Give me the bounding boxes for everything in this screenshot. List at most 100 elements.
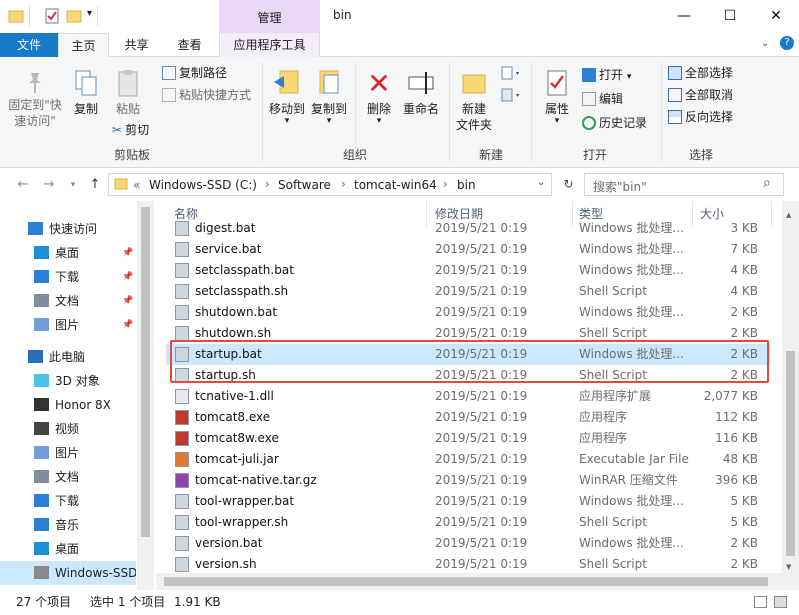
nav-item-pc-5[interactable]: 下载 xyxy=(0,489,136,513)
recent-locations-icon[interactable]: ▾ xyxy=(64,176,82,194)
scroll-up-icon[interactable]: ▲ xyxy=(786,211,791,219)
nav-item-pc-0[interactable]: 3D 对象 xyxy=(0,369,136,393)
file-name: tool-wrapper.sh xyxy=(195,515,289,529)
horizontal-scrollbar[interactable] xyxy=(156,573,782,590)
help-icon[interactable]: ? xyxy=(780,36,794,50)
details-view-icon[interactable] xyxy=(754,596,767,608)
address-dropdown-icon[interactable]: ⌄ xyxy=(537,177,545,188)
tab-view[interactable]: 查看 xyxy=(164,33,215,57)
invert-selection-button[interactable]: 反向选择 xyxy=(668,107,733,127)
file-row[interactable]: setclasspath.bat 2019/5/21 0:19 Windows 批处… xyxy=(166,260,770,281)
file-row[interactable]: tomcat8.exe 2019/5/21 0:19 应用程序 112 KB xyxy=(166,407,770,428)
nav-item-quick-1[interactable]: 下载 📌 xyxy=(0,265,136,289)
search-icon[interactable]: ⌕ xyxy=(763,175,771,191)
address-bar[interactable]: « Windows-SSD (C:) › Software › tomcat-w… xyxy=(108,173,552,196)
easy-access-icon[interactable] xyxy=(500,87,522,108)
scroll-down-icon[interactable]: ▼ xyxy=(786,563,791,571)
minimize-button[interactable]: — xyxy=(661,0,707,33)
nav-item-label: 图片 xyxy=(55,446,80,460)
paste-button[interactable]: 粘贴 xyxy=(108,69,148,117)
file-row[interactable]: tomcat8w.exe 2019/5/21 0:19 应用程序 116 KB xyxy=(166,428,770,449)
script-icon xyxy=(175,494,189,509)
customize-quick-access-icon[interactable]: ▾ xyxy=(87,8,92,19)
file-type: Windows 批处理... xyxy=(579,536,684,550)
file-scroll-thumb[interactable] xyxy=(786,351,795,556)
breadcrumb-item[interactable]: tomcat-win64 xyxy=(354,178,437,192)
file-row[interactable]: digest.bat 2019/5/21 0:19 Windows 批处理... 3 … xyxy=(166,218,770,239)
edit-button[interactable]: 编辑 xyxy=(582,89,623,109)
nav-item-quick-3[interactable]: 图片 📌 xyxy=(0,313,136,337)
forward-arrow-icon[interactable]: → xyxy=(40,176,58,194)
download-icon xyxy=(34,270,49,283)
file-size: 5 KB xyxy=(730,515,758,529)
copy-button[interactable]: 复制 xyxy=(67,69,105,117)
nav-item-pc-3[interactable]: 图片 xyxy=(0,441,136,465)
nav-item-quick-0[interactable]: 桌面 📌 xyxy=(0,241,136,265)
file-list-scrollbar[interactable]: ▲ ▼ xyxy=(782,201,799,590)
nav-item-pc-2[interactable]: 视频 xyxy=(0,417,136,441)
file-row[interactable]: setclasspath.sh 2019/5/21 0:19 Shell Scrip… xyxy=(166,281,770,302)
nav-item-pc-4[interactable]: 文档 xyxy=(0,465,136,489)
breadcrumb-item[interactable]: bin xyxy=(457,178,476,192)
nav-item-pc-1[interactable]: Honor 8X xyxy=(0,393,136,417)
drive-icon xyxy=(34,566,49,579)
tab-app-tools[interactable]: 应用程序工具 xyxy=(219,33,320,57)
large-icons-view-icon[interactable] xyxy=(774,596,787,608)
breadcrumb-item[interactable]: Software xyxy=(278,178,331,192)
open-label: 打开 xyxy=(599,68,624,82)
properties-button[interactable]: 属性 ▾ xyxy=(537,67,577,126)
refresh-icon[interactable]: ↻ xyxy=(559,175,578,194)
nav-item-pc-6[interactable]: 音乐 xyxy=(0,513,136,537)
file-row[interactable]: tomcat-native.tar.gz 2019/5/21 0:19 WinRAR… xyxy=(166,470,770,491)
search-input[interactable]: 搜索"bin" ⌕ xyxy=(584,173,784,196)
file-row[interactable]: tomcat-juli.jar 2019/5/21 0:19 Executable … xyxy=(166,449,770,470)
paste-shortcut-button[interactable]: 粘贴快捷方式 xyxy=(162,85,251,105)
overflow-chevron[interactable]: « xyxy=(133,178,140,192)
file-row[interactable]: service.bat 2019/5/21 0:19 Windows 批处理... 7… xyxy=(166,239,770,260)
move-to-button[interactable]: 移动到 ▾ xyxy=(266,67,308,126)
file-row[interactable]: shutdown.bat 2019/5/21 0:19 Windows 批处理...… xyxy=(166,302,770,323)
nav-scroll-thumb[interactable] xyxy=(141,207,150,537)
properties-check-icon[interactable] xyxy=(44,8,60,24)
file-row[interactable]: tool-wrapper.bat 2019/5/21 0:19 Windows 批处… xyxy=(166,491,770,512)
file-date: 2019/5/21 0:19 xyxy=(435,452,528,466)
tab-share[interactable]: 共享 xyxy=(111,33,162,57)
delete-button[interactable]: ✕ 删除 ▾ xyxy=(362,67,396,126)
new-item-icon[interactable] xyxy=(500,65,522,86)
back-arrow-icon[interactable]: ← xyxy=(14,176,32,194)
nav-scrollbar[interactable] xyxy=(137,201,154,590)
file-row[interactable]: version.sh 2019/5/21 0:19 Shell Script 2 KB xyxy=(166,554,770,575)
cut-button[interactable]: ✂ 剪切 xyxy=(112,120,149,140)
file-row[interactable]: version.bat 2019/5/21 0:19 Windows 批处理... 2… xyxy=(166,533,770,554)
file-row[interactable]: tool-wrapper.sh 2019/5/21 0:19 Shell Scrip… xyxy=(166,512,770,533)
nav-item-quick-2[interactable]: 文档 📌 xyxy=(0,289,136,313)
nav-item-windows-ssd[interactable]: Windows-SSD xyxy=(0,561,136,585)
rename-button[interactable]: 重命名 xyxy=(399,67,443,117)
star-icon xyxy=(28,222,43,235)
tab-file[interactable]: 文件 xyxy=(0,33,58,57)
nav-item-pc-7[interactable]: 桌面 xyxy=(0,537,136,561)
breadcrumb-item[interactable]: Windows-SSD (C:) xyxy=(149,178,257,192)
select-all-button[interactable]: 全部选择 xyxy=(668,63,733,83)
file-date: 2019/5/21 0:19 xyxy=(435,242,528,256)
nav-item-this-pc[interactable]: 此电脑 xyxy=(0,345,136,369)
copy-path-button[interactable]: 复制路径 xyxy=(162,63,227,83)
file-type: Executable Jar File xyxy=(579,452,689,466)
history-button[interactable]: 历史记录 xyxy=(582,113,647,133)
maximize-button[interactable]: ☐ xyxy=(707,0,753,33)
pin-quick-access-button[interactable]: 固定到"快 速访问" xyxy=(4,69,66,129)
new-folder-quick-icon[interactable] xyxy=(66,8,82,24)
pin-icon: 📌 xyxy=(122,296,134,306)
new-folder-button[interactable]: 新建 文件夹 xyxy=(452,67,496,133)
copy-to-button[interactable]: 复制到 ▾ xyxy=(308,67,350,126)
h-scroll-thumb[interactable] xyxy=(164,577,768,586)
select-none-button[interactable]: 全部取消 xyxy=(668,85,733,105)
open-button[interactable]: 打开 ▾ xyxy=(582,65,631,85)
close-button[interactable]: ✕ xyxy=(753,0,799,33)
tab-home[interactable]: 主页 xyxy=(58,33,109,58)
nav-item-quick-access[interactable]: 快速访问 xyxy=(0,217,136,241)
file-date: 2019/5/21 0:19 xyxy=(435,536,528,550)
up-arrow-icon[interactable]: ↑ xyxy=(86,176,104,194)
file-row[interactable]: tcnative-1.dll 2019/5/21 0:19 应用程序扩展 2,077 … xyxy=(166,386,770,407)
ribbon-expand-icon[interactable]: ⌄ xyxy=(761,38,769,49)
